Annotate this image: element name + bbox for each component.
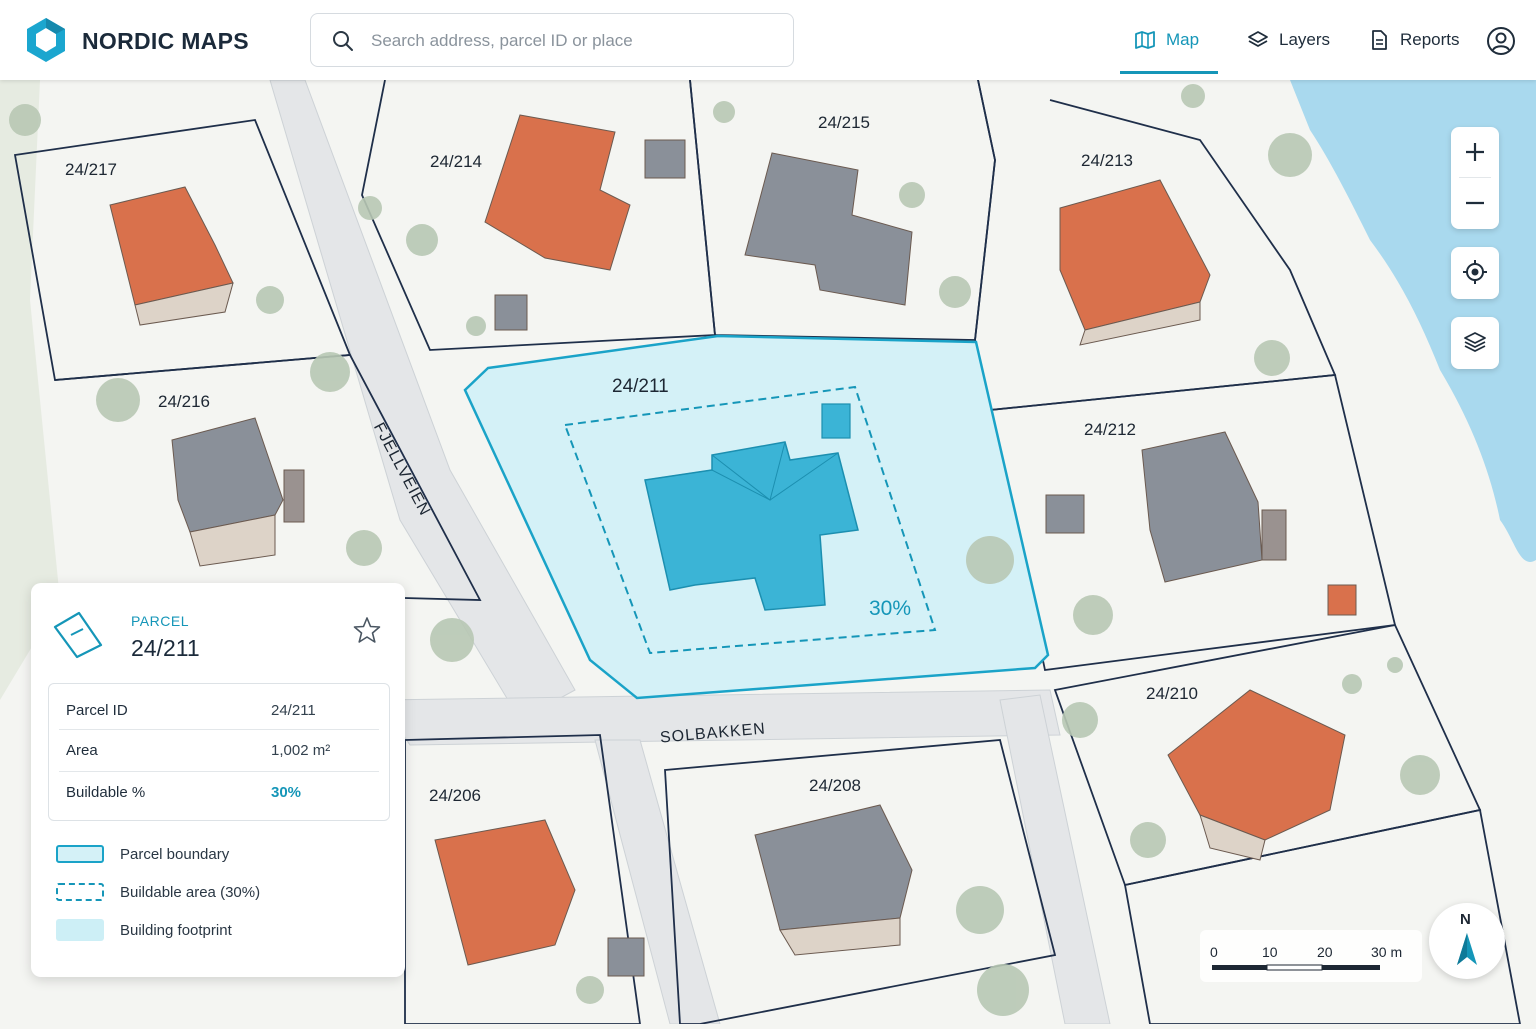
parcel-label[interactable]: 24/214 [430, 152, 482, 172]
scale-tick: 30 m [1371, 944, 1403, 960]
row-key: Buildable % [66, 784, 146, 801]
boundary-swatch [56, 845, 104, 863]
zoom-in-button[interactable] [1451, 127, 1499, 177]
row-key: Area [66, 742, 98, 759]
layers-icon [1464, 332, 1486, 353]
nav-reports[interactable]: Reports [1368, 0, 1460, 80]
parcel-label[interactable]: 24/212 [1084, 420, 1136, 440]
parcel-label[interactable]: 24/216 [158, 392, 210, 412]
scale-tick: 10 [1262, 944, 1278, 960]
parcel-info-panel: PARCEL 24/211 Parcel ID 24/211 Area 1,00… [31, 583, 405, 977]
star-icon[interactable] [353, 616, 381, 644]
parcel-icon [53, 611, 103, 659]
buildable-percentage-label: 30% [869, 597, 912, 620]
account-icon[interactable] [1486, 26, 1516, 56]
row-value: 1,002 m² [271, 742, 331, 759]
map-icon [1135, 31, 1155, 49]
logo-icon [27, 18, 65, 62]
buildable-swatch [56, 883, 104, 901]
compass[interactable]: N [1429, 903, 1505, 979]
search-icon [333, 31, 353, 51]
parcel-label[interactable]: 24/217 [65, 160, 117, 180]
panel-title: 24/211 [131, 635, 200, 661]
scale-tick: 0 [1210, 944, 1218, 960]
selected-parcel-label[interactable]: 24/211 [612, 376, 669, 398]
nav-layers-label: Layers [1279, 30, 1331, 49]
parcel-label[interactable]: 24/206 [429, 786, 481, 806]
parcel-label[interactable]: 24/210 [1146, 684, 1198, 704]
layers-toggle-button[interactable] [1451, 317, 1499, 369]
zoom-controls [1451, 127, 1499, 229]
footprint-swatch [56, 919, 104, 941]
brand-name: NORDIC MAPS [82, 28, 249, 54]
legend-label: Building footprint [120, 922, 232, 939]
top-bar: NORDIC MAPS Map Layers Reports [0, 0, 1536, 80]
panel-kicker: PARCEL [131, 613, 189, 629]
scale-bar: 0 10 20 30 m [1200, 930, 1422, 982]
locate-button[interactable] [1451, 247, 1499, 299]
legend-label: Parcel boundary [120, 846, 230, 863]
document-icon [1372, 30, 1387, 50]
zoom-out-button[interactable] [1451, 178, 1499, 228]
table-row: Parcel ID 24/211 [49, 684, 389, 725]
nav-active-indicator [1120, 71, 1218, 74]
table-row: Area 1,002 m² [49, 730, 389, 771]
scale-tick: 20 [1317, 944, 1333, 960]
search-input[interactable] [369, 24, 773, 58]
north-arrow-icon [1457, 933, 1477, 965]
row-value: 24/211 [271, 702, 316, 719]
compass-north-label: N [1460, 911, 1471, 928]
parcel-label[interactable]: 24/215 [818, 113, 870, 133]
nav-map[interactable]: Map [1134, 0, 1199, 80]
nav-map-label: Map [1166, 30, 1200, 49]
minus-icon [1466, 201, 1484, 205]
nav-layers[interactable]: Layers [1247, 0, 1330, 80]
scale-bar-graphic [1212, 964, 1380, 971]
row-value: 30% [271, 784, 302, 801]
water-body [1290, 80, 1536, 562]
layers-icon [1248, 31, 1268, 47]
nav-reports-label: Reports [1400, 30, 1460, 49]
parcel-attributes-table: Parcel ID 24/211 Area 1,002 m² Buildable… [48, 683, 390, 821]
parcel-label[interactable]: 24/208 [809, 776, 861, 796]
crosshair-icon [1463, 260, 1487, 284]
table-row: Buildable % 30% [49, 772, 389, 813]
legend-label: Buildable area (30%) [120, 884, 261, 901]
row-key: Parcel ID [66, 702, 128, 719]
plus-icon [1466, 143, 1484, 161]
search-box[interactable] [310, 13, 794, 67]
parcel-label[interactable]: 24/213 [1081, 151, 1133, 171]
